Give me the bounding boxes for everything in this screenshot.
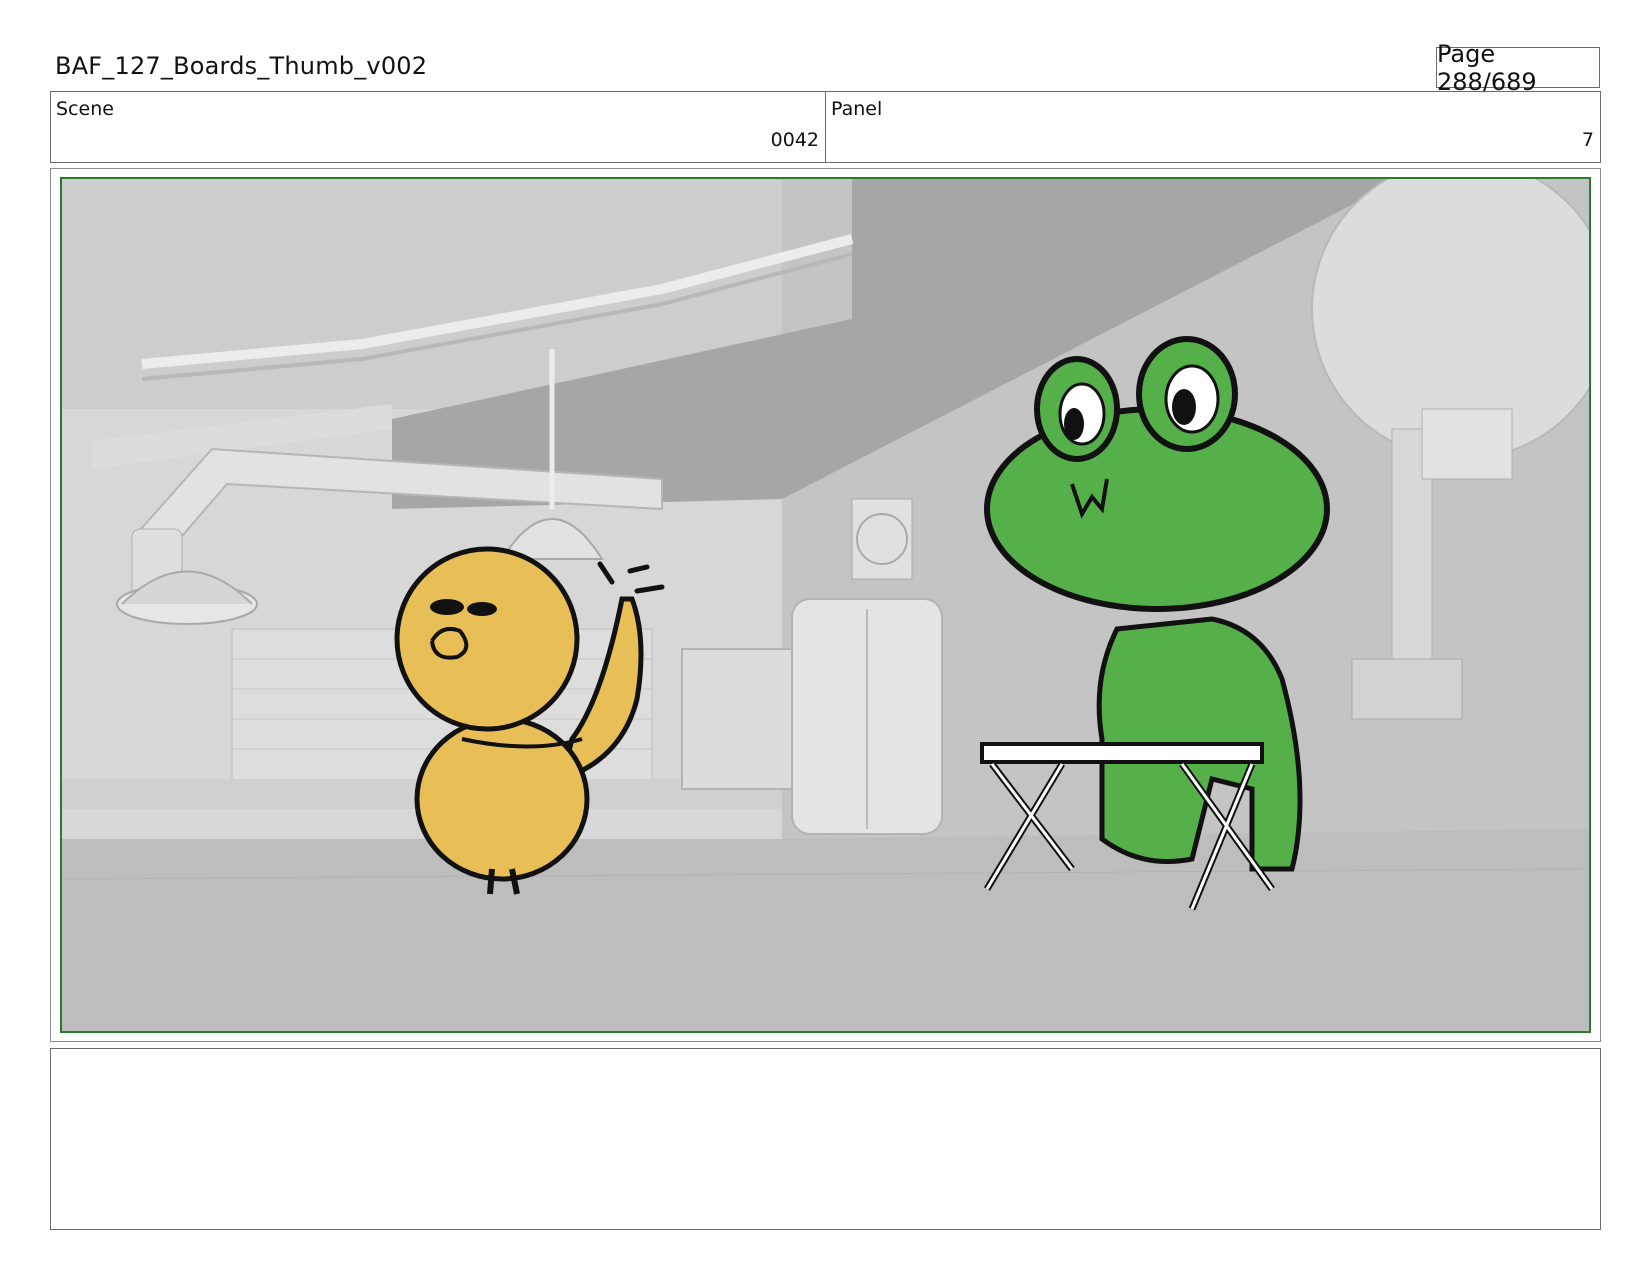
panel-cell: Panel 7	[825, 92, 1600, 162]
scene-value: 0042	[770, 129, 819, 151]
document-title: BAF_127_Boards_Thumb_v002	[55, 52, 428, 80]
scene-label: Scene	[56, 98, 114, 120]
panel-label: Panel	[831, 98, 883, 120]
scene-cell: Scene 0042	[51, 92, 825, 162]
info-row: Scene 0042 Panel 7	[50, 91, 1601, 163]
storyboard-panel-image	[60, 177, 1591, 1033]
panel-value: 7	[1581, 129, 1594, 151]
notes-box	[50, 1048, 1601, 1230]
page-number: Page 288/689	[1436, 40, 1600, 96]
